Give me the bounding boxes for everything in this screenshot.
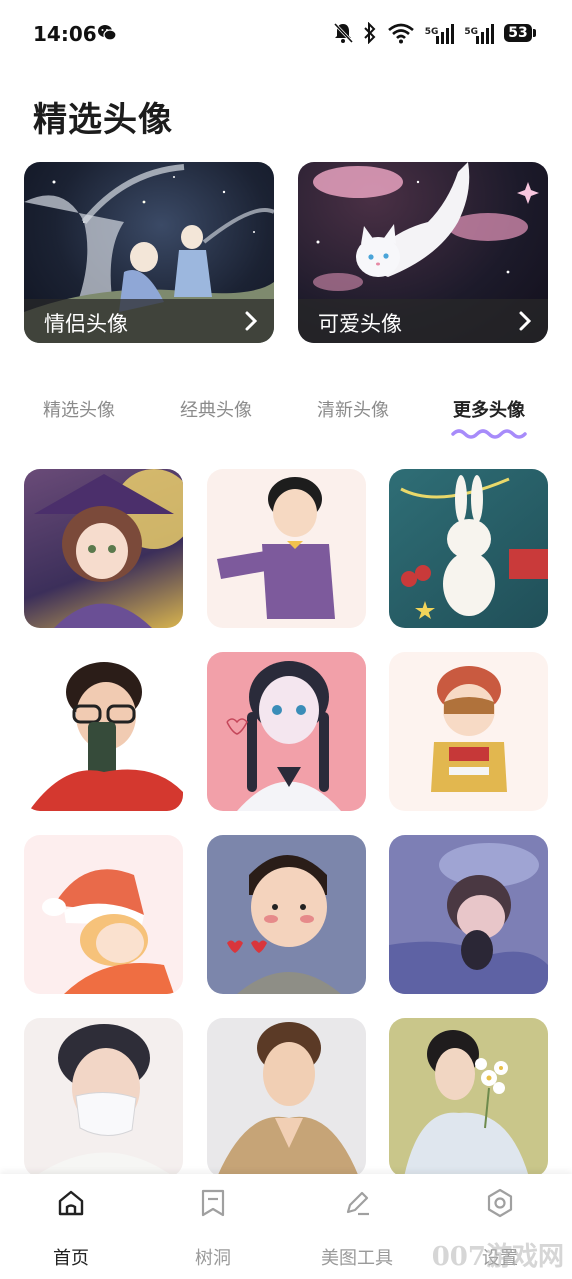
pen-icon bbox=[346, 1191, 369, 1216]
nav-label: 首页 bbox=[53, 1248, 89, 1269]
avatar-card-masked-boy[interactable] bbox=[24, 1018, 183, 1177]
boy-purple-sweater-avatar bbox=[217, 477, 335, 619]
avatar-card-bunny[interactable] bbox=[389, 469, 548, 628]
home-icon bbox=[58, 1190, 84, 1216]
wechat-icon bbox=[98, 25, 117, 41]
nav-tree-hole[interactable]: 树洞 bbox=[163, 1188, 263, 1270]
bookmark-icon bbox=[201, 1189, 225, 1217]
nav-home[interactable]: 首页 bbox=[21, 1188, 121, 1270]
network-type-label: 5G bbox=[464, 27, 478, 37]
featured-card-couple[interactable]: 情侣头像 bbox=[24, 162, 274, 343]
featured-card-label: 可爱头像 bbox=[318, 312, 402, 336]
tab-fresh[interactable]: 清新头像 bbox=[317, 396, 389, 422]
nav-label: 树洞 bbox=[195, 1248, 231, 1269]
status-bar: 14:06 5G 5G 53 bbox=[0, 0, 572, 68]
wifi-icon bbox=[387, 23, 414, 44]
boy-jacket-avatar bbox=[217, 1022, 359, 1177]
mute-bell-icon bbox=[333, 22, 353, 44]
bunny-avatar bbox=[400, 475, 548, 619]
masked-boy-avatar bbox=[34, 1024, 174, 1177]
tab-more[interactable]: 更多头像 bbox=[451, 396, 527, 439]
chevron-right-icon bbox=[245, 311, 258, 331]
active-tab-wave-indicator bbox=[451, 429, 527, 439]
witch-girl-avatar bbox=[34, 469, 183, 628]
sleeping-child-avatar bbox=[389, 843, 548, 994]
avatar-card-boy-flowers[interactable] bbox=[389, 1018, 548, 1177]
avatar-card-schoolgirl-braids[interactable] bbox=[207, 652, 366, 811]
settings-hexagon-icon bbox=[487, 1188, 513, 1218]
featured-card-cute[interactable]: 可爱头像 bbox=[298, 162, 548, 343]
boy-red-hat-avatar bbox=[431, 666, 507, 792]
avatar-card-boy-phone-selfie[interactable] bbox=[24, 652, 183, 811]
avatar-card-boy-jacket[interactable] bbox=[207, 1018, 366, 1177]
tab-featured[interactable]: 精选头像 bbox=[43, 396, 115, 422]
avatar-card-boy-purple-sweater[interactable] bbox=[207, 469, 366, 628]
nav-image-tools[interactable]: 美图工具 bbox=[307, 1188, 407, 1270]
battery-level: 53 bbox=[504, 24, 532, 42]
page-title: 精选头像 bbox=[33, 100, 173, 140]
avatar-card-boy-red-hat[interactable] bbox=[389, 652, 548, 811]
network-type-label: 5G bbox=[424, 27, 439, 37]
status-icons: 5G 5G 53 bbox=[333, 20, 536, 46]
boy-flowers-avatar bbox=[404, 1030, 529, 1177]
featured-card-bar: 情侣头像 bbox=[24, 299, 274, 343]
tab-classic[interactable]: 经典头像 bbox=[180, 396, 252, 422]
battery-icon: 53 bbox=[504, 24, 536, 42]
chevron-right-icon bbox=[519, 311, 532, 331]
avatar-card-christmas-girl[interactable] bbox=[24, 835, 183, 994]
category-tabs: 精选头像 经典头像 清新头像 更多头像 bbox=[0, 392, 572, 450]
avatar-card-sleeping-child[interactable] bbox=[389, 835, 548, 994]
signal-5g-icon: 5G bbox=[464, 22, 494, 44]
featured-card-bar: 可爱头像 bbox=[298, 299, 548, 343]
clock: 14:06 bbox=[33, 22, 97, 46]
featured-card-label: 情侣头像 bbox=[44, 312, 128, 336]
avatar-card-boy-blush[interactable] bbox=[207, 835, 366, 994]
bottom-tab-bar: 首页 树洞 美图工具 设置 007游戏网 bbox=[0, 1174, 572, 1279]
signal-5g-icon: 5G bbox=[425, 22, 455, 44]
christmas-girl-avatar bbox=[42, 869, 174, 994]
avatar-card-witch-girl[interactable] bbox=[24, 469, 183, 628]
watermark-text: 007游戏网 bbox=[431, 1242, 564, 1272]
tab-more-label: 更多头像 bbox=[453, 400, 525, 421]
boy-phone-selfie-avatar bbox=[29, 662, 183, 811]
bluetooth-icon bbox=[363, 22, 376, 44]
nav-label: 美图工具 bbox=[321, 1248, 393, 1269]
boy-blush-avatar bbox=[227, 855, 341, 994]
schoolgirl-braids-avatar bbox=[226, 661, 341, 811]
